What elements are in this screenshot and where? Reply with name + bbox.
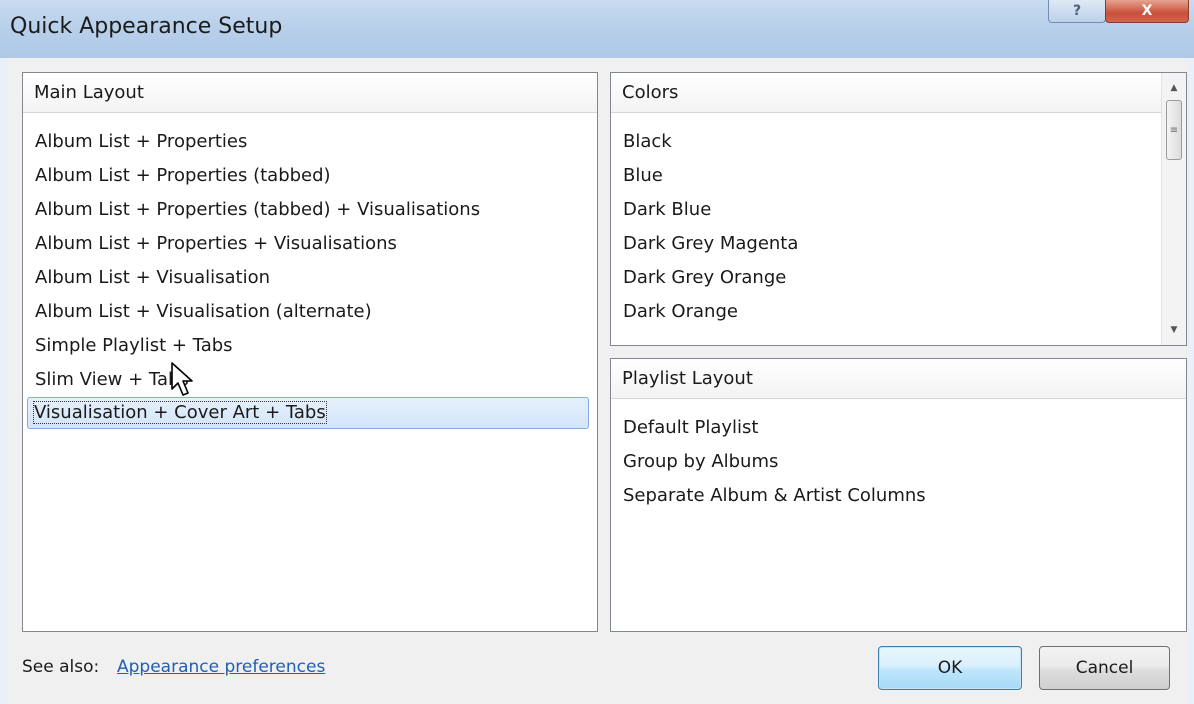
main-layout-item-label: Album List + Properties (tabbed) (35, 165, 331, 186)
window-title: Quick Appearance Setup (10, 14, 283, 39)
main-layout-rows: Album List + Properties Album List + Prop… (23, 125, 597, 429)
main-layout-item[interactable]: Visualisation + Cover Art + Tabs (27, 397, 589, 429)
playlist-layout-list[interactable]: Playlist Layout Default Playlist Group by… (610, 358, 1187, 632)
main-layout-item-label: Visualisation + Cover Art + Tabs (33, 401, 327, 424)
main-layout-list[interactable]: Main Layout Album List + Properties Album… (22, 72, 598, 632)
appearance-preferences-link[interactable]: Appearance preferences (117, 657, 325, 677)
cancel-button[interactable]: Cancel (1039, 646, 1170, 690)
color-item[interactable]: Dark Grey Magenta (611, 227, 1162, 261)
playlist-layout-item[interactable]: Separate Album & Artist Columns (611, 479, 1186, 513)
scroll-up-arrow-icon[interactable]: ▲ (1162, 77, 1186, 99)
main-layout-item-label: Album List + Properties (tabbed) + Visua… (35, 199, 481, 220)
color-item[interactable]: Black (611, 125, 1162, 159)
main-layout-item[interactable]: Album List + Visualisation (alternate) (23, 295, 597, 329)
main-layout-item-label: Album List + Properties + Visualisations (35, 233, 397, 254)
colors-rows: Black Blue Dark Blue Dark Grey Magenta Dark … (611, 125, 1162, 329)
color-item-label: Dark Blue (623, 199, 712, 220)
playlist-layout-header[interactable]: Playlist Layout (611, 359, 1186, 399)
main-layout-item[interactable]: Album List + Properties (tabbed) (23, 159, 597, 193)
main-layout-item[interactable]: Slim View + Tabs (23, 363, 597, 397)
color-item[interactable]: Dark Orange (611, 295, 1162, 329)
main-layout-item[interactable]: Album List + Properties (tabbed) + Visua… (23, 193, 597, 227)
color-item-label: Dark Grey Magenta (623, 233, 799, 254)
main-layout-item-label: Simple Playlist + Tabs (35, 335, 233, 356)
main-layout-item[interactable]: Simple Playlist + Tabs (23, 329, 597, 363)
main-layout-header[interactable]: Main Layout (23, 73, 597, 113)
playlist-layout-item-label: Separate Album & Artist Columns (623, 485, 926, 506)
color-item-label: Dark Grey Orange (623, 267, 787, 288)
color-item-label: Dark Orange (623, 301, 738, 322)
main-layout-item-label: Album List + Visualisation (alternate) (35, 301, 372, 322)
see-also-label: See also: (22, 657, 100, 677)
help-button[interactable]: ? (1048, 0, 1106, 23)
playlist-layout-item-label: Default Playlist (623, 417, 759, 438)
title-bar: Quick Appearance Setup ? X (0, 0, 1194, 58)
colors-list[interactable]: Colors Black Blue Dark Blue Dark Grey Magen… (610, 72, 1187, 346)
color-item[interactable]: Dark Grey Orange (611, 261, 1162, 295)
close-icon: X (1141, 3, 1153, 19)
main-layout-item[interactable]: Album List + Visualisation (23, 261, 597, 295)
color-item[interactable]: Dark Blue (611, 193, 1162, 227)
scrollbar-thumb[interactable]: ≡ (1166, 100, 1182, 160)
playlist-layout-rows: Default Playlist Group by Albums Separate … (611, 411, 1186, 513)
main-layout-item[interactable]: Album List + Properties (23, 125, 597, 159)
help-icon: ? (1072, 3, 1082, 19)
colors-scrollbar[interactable]: ▲ ≡ ▼ (1161, 73, 1186, 345)
color-item[interactable]: Blue (611, 159, 1162, 193)
playlist-layout-item[interactable]: Default Playlist (611, 411, 1186, 445)
dialog-client-area: Main Layout Album List + Properties Album… (8, 58, 1187, 704)
main-layout-item-label: Slim View + Tabs (35, 369, 189, 390)
playlist-layout-item[interactable]: Group by Albums (611, 445, 1186, 479)
color-item-label: Blue (623, 165, 663, 186)
main-layout-item-label: Album List + Visualisation (35, 267, 271, 288)
playlist-layout-item-label: Group by Albums (623, 451, 779, 472)
close-button[interactable]: X (1105, 0, 1189, 23)
color-item-label: Black (623, 131, 672, 152)
main-layout-item-label: Album List + Properties (35, 131, 248, 152)
scroll-down-arrow-icon[interactable]: ▼ (1162, 319, 1186, 341)
ok-button[interactable]: OK (878, 646, 1022, 690)
colors-header[interactable]: Colors (611, 73, 1162, 113)
main-layout-item[interactable]: Album List + Properties + Visualisations (23, 227, 597, 261)
